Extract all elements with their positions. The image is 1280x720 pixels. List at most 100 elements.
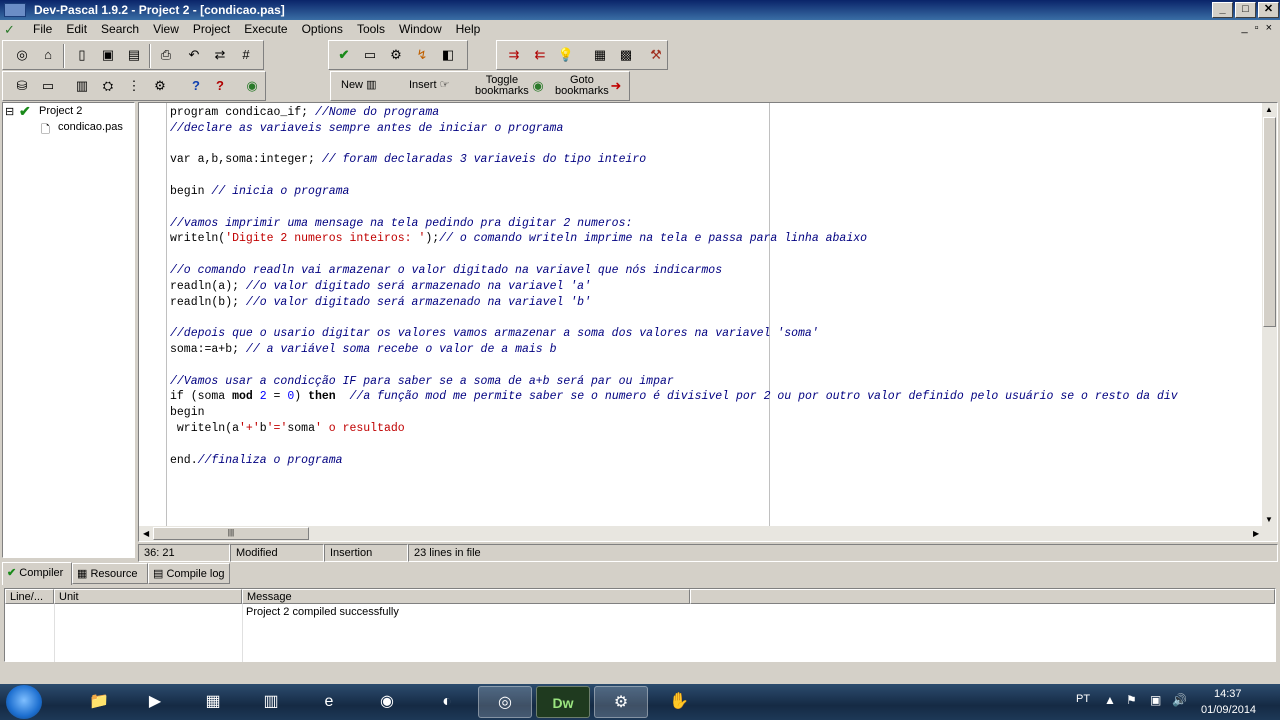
code-line[interactable] [170,358,1178,374]
goto-line-icon[interactable]: # [235,45,257,67]
col-message[interactable]: Message [242,589,690,604]
horizontal-scroll-thumb[interactable]: ||| [153,527,309,540]
code-line[interactable]: readln(a); //o valor digitado será armaz… [170,279,1178,295]
open-file-icon[interactable]: ⌂ [37,45,59,67]
chrome-icon[interactable]: ◎ [478,686,532,718]
settings-icon[interactable]: ⚙ [149,76,171,98]
maximize-button[interactable]: □ [1235,2,1256,18]
horizontal-scrollbar[interactable]: ◀ ||| ▶ [139,526,1277,541]
code-line[interactable]: soma:=a+b; // a variável soma recebe o v… [170,342,1178,358]
code-line[interactable]: //depois que o usario digitar os valores… [170,326,1178,342]
show-hidden-icons[interactable]: ▲ [1104,693,1116,707]
menu-project[interactable]: Project [186,22,237,37]
code-line[interactable] [170,247,1178,263]
code-line[interactable]: var a,b,soma:integer; // foram declarada… [170,152,1178,168]
code-area[interactable]: program condicao_if; //Nome do programa /… [170,105,1178,468]
clock-date[interactable]: 01/09/2014 [1201,704,1256,716]
class-browser-icon[interactable]: ⛁ [11,76,33,98]
arrow-right-icon[interactable]: ➜ [605,76,627,98]
media-player-icon[interactable]: ▶ [128,686,182,718]
open-project-icon[interactable]: ◎ [11,45,33,67]
new-file-icon[interactable]: ▯ [71,45,93,67]
insert-button[interactable]: Insert ☞ [409,80,449,102]
explorer-icon[interactable]: 📁 [72,686,126,718]
col-unit[interactable]: Unit [54,589,242,604]
code-line[interactable]: //vamos imprimir uma mensage na tela ped… [170,216,1178,232]
compile-check-icon[interactable]: ✔ [333,45,355,67]
add-to-project-icon[interactable]: ⇉ [503,45,525,67]
about-icon[interactable]: ◉ [241,76,263,98]
tree-collapse-icon[interactable]: ⊟ [5,105,14,118]
calculator-icon[interactable]: ▦ [186,686,240,718]
cpu-icon[interactable]: ⛭ [97,76,119,98]
save-all-icon[interactable]: ▤ [123,45,145,67]
code-line[interactable]: begin // inicia o programa [170,184,1178,200]
menu-execute[interactable]: Execute [237,22,294,37]
project-options-icon[interactable]: ▦ [589,45,611,67]
code-line[interactable]: //declare as variaveis sempre antes de i… [170,121,1178,137]
toggle-bookmarks-button[interactable]: Toggle bookmarks [475,75,529,97]
code-line[interactable] [170,168,1178,184]
context-help-icon[interactable]: ? [209,76,231,98]
book-icon[interactable]: ▥ [71,76,93,98]
light-bulb-icon[interactable]: 💡 [555,45,577,67]
code-line[interactable]: writeln('Digite 2 numeros inteiros: ');/… [170,231,1178,247]
minimize-button[interactable]: _ [1212,2,1233,18]
menu-options[interactable]: Options [295,22,350,37]
new-button[interactable]: New ▥ [341,80,376,102]
code-editor[interactable]: program condicao_if; //Nome do programa /… [138,102,1278,542]
close-button[interactable]: ✕ [1258,2,1279,18]
menu-file[interactable]: File [26,22,59,37]
remove-from-project-icon[interactable]: ⇇ [529,45,551,67]
menu-window[interactable]: Window [392,22,449,37]
code-line[interactable]: //Vamos usar a condicção IF para saber s… [170,374,1178,390]
dev-pascal-task-icon[interactable]: ⚙ [594,686,648,718]
monitor-icon[interactable]: ▭ [37,76,59,98]
debug-icon[interactable]: ◧ [437,45,459,67]
code-line[interactable] [170,200,1178,216]
language-indicator[interactable]: PT [1076,693,1090,705]
code-line[interactable]: if (soma mod 2 = 0) then //a função mod … [170,389,1178,405]
media-app-icon[interactable]: ◐ [420,686,474,718]
save-icon[interactable]: ▣ [97,45,119,67]
tree-icon[interactable]: ⋮ [123,76,145,98]
code-line[interactable] [170,137,1178,153]
document-menu-icon[interactable]: ✓ [4,22,19,37]
compile-run-icon[interactable]: ⚙ [385,45,407,67]
tree-file-node[interactable]: condicao.pas [58,121,123,133]
volume-icon[interactable]: 🔊 [1172,693,1187,707]
bookmark-toggle-icon[interactable]: ◉ [527,76,549,98]
start-button[interactable] [6,685,42,719]
menu-view[interactable]: View [146,22,186,37]
vertical-scrollbar[interactable]: ▲ ▼ [1262,103,1277,527]
firefox-icon[interactable]: ◉ [360,686,414,718]
menu-edit[interactable]: Edit [59,22,94,37]
replace-icon[interactable]: ⇄ [209,45,231,67]
goto-bookmarks-button[interactable]: Goto bookmarks [555,75,609,97]
code-line[interactable]: end.//finaliza o programa [170,453,1178,469]
winrar-icon[interactable]: ▥ [244,686,298,718]
compiler-messages[interactable]: Line/... Unit Message Project 2 compiled… [4,588,1276,662]
tab-compile-log[interactable]: ▤ Compile log [148,563,230,584]
vertical-scroll-thumb[interactable] [1263,117,1276,327]
col-line[interactable]: Line/... [5,589,54,604]
code-line[interactable]: begin [170,405,1178,421]
flag-icon[interactable]: ⚑ [1126,693,1137,707]
scroll-down-icon[interactable]: ▼ [1265,515,1273,524]
internet-explorer-icon[interactable]: e [302,686,356,718]
scroll-left-icon[interactable]: ◀ [143,529,149,538]
environment-options-icon[interactable]: ▩ [615,45,637,67]
code-line[interactable] [170,310,1178,326]
code-line[interactable]: readln(b); //o valor digitado será armaz… [170,295,1178,311]
clock-time[interactable]: 14:37 [1214,688,1242,700]
network-icon[interactable]: ▣ [1150,693,1161,707]
help-icon[interactable]: ? [185,76,207,98]
undo-icon[interactable]: ↶ [183,45,205,67]
app-glove-icon[interactable]: ✋ [652,686,706,718]
mdi-controls[interactable]: _ ▫ × [1241,22,1274,34]
menu-help[interactable]: Help [449,22,488,37]
code-line[interactable]: //o comando readln vai armazenar o valor… [170,263,1178,279]
code-line[interactable]: program condicao_if; //Nome do programa [170,105,1178,121]
code-line[interactable] [170,437,1178,453]
menu-search[interactable]: Search [94,22,146,37]
